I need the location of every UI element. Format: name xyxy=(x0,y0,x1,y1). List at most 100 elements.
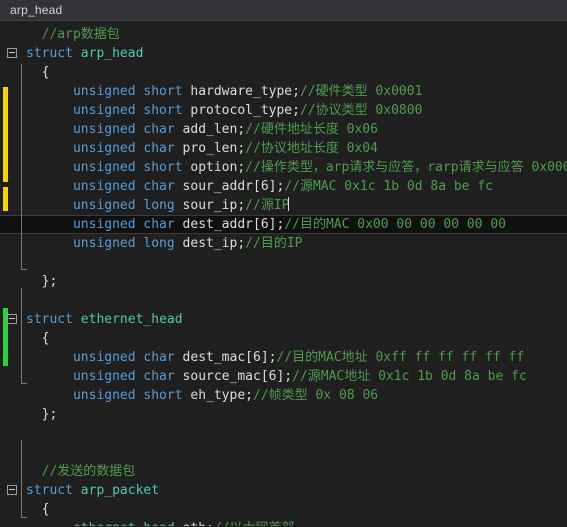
editor-titlebar: arp_head xyxy=(0,0,567,21)
code-token-id: eth xyxy=(175,521,207,526)
code-line[interactable]: //发送的数据包 xyxy=(0,462,567,481)
code-line[interactable] xyxy=(0,424,567,443)
code-token-cmt: //硬件类型 0x0001 xyxy=(299,84,423,99)
code-token-pun: { xyxy=(41,502,50,517)
structure-guide-foot xyxy=(21,383,27,384)
code-token-id: sour_ip xyxy=(174,198,238,213)
code-token-id: add_len xyxy=(174,122,238,137)
code-line[interactable] xyxy=(0,443,567,462)
fold-collapse-icon[interactable] xyxy=(7,485,17,495)
code-token-id: sour_addr xyxy=(174,179,253,194)
code-token-cmt: //协议类型 0x0800 xyxy=(299,103,423,118)
code-token-kw: unsigned short xyxy=(72,84,183,99)
code-token-cmt: //arp数据包 xyxy=(41,27,120,42)
code-line[interactable]: unsigned char sour_addr[6];//源MAC 0x1c 1… xyxy=(0,177,567,196)
code-line[interactable] xyxy=(0,291,567,310)
code-line[interactable]: unsigned char pro_len;//协议地址长度 0x04 xyxy=(0,139,567,158)
code-token-pun: ; xyxy=(237,122,246,137)
code-token-pun: ; xyxy=(237,198,246,213)
code-line[interactable]: unsigned char dest_addr[6];//目的MAC 0x00 … xyxy=(0,215,567,234)
code-token-kw: unsigned char xyxy=(72,369,175,384)
code-token-id: dest_ip xyxy=(174,236,238,251)
code-line[interactable]: unsigned char add_len;//硬件地址长度 0x06 xyxy=(0,120,567,139)
code-token-pun: [6]; xyxy=(260,369,293,384)
code-token-id: dest_addr xyxy=(174,217,253,232)
code-token-kw: unsigned char xyxy=(72,179,175,194)
code-token-id xyxy=(73,483,81,498)
code-token-cmt: //硬件地址长度 0x06 xyxy=(245,122,378,137)
code-line[interactable]: struct arp_head xyxy=(0,44,567,63)
code-line[interactable]: ethernet_head eth;//以太网首部 xyxy=(0,519,567,526)
code-token-pun: [6]; xyxy=(253,217,285,232)
code-token-id: pro_len xyxy=(174,141,238,156)
code-token-kw: struct xyxy=(26,312,73,327)
structure-guide-line xyxy=(21,440,22,517)
code-content[interactable]: //arp数据包 struct arp_head { unsigned short… xyxy=(0,21,567,526)
code-token-kw: unsigned short xyxy=(72,388,183,403)
code-line[interactable]: unsigned long dest_ip;//目的IP xyxy=(0,234,567,253)
code-line[interactable]: }; xyxy=(0,405,567,424)
code-line[interactable]: unsigned char source_mac[6];//源MAC地址 0x1… xyxy=(0,367,567,386)
code-line[interactable]: { xyxy=(0,500,567,519)
code-line[interactable]: { xyxy=(0,329,567,348)
code-token-pun: ; xyxy=(237,141,246,156)
code-token-id: eh_type xyxy=(182,388,246,403)
code-token-kw: unsigned char xyxy=(72,141,175,156)
code-token-id xyxy=(73,312,81,327)
code-token-cmt: //以太网首部 xyxy=(214,521,295,526)
code-line[interactable]: { xyxy=(0,63,567,82)
code-line[interactable]: struct ethernet_head xyxy=(0,310,567,329)
code-line[interactable]: unsigned char dest_mac[6];//目的MAC地址 0xff… xyxy=(0,348,567,367)
code-token-cmt: //发送的数据包 xyxy=(41,464,136,479)
code-line[interactable]: unsigned long sour_ip;//源IP xyxy=(0,196,567,215)
code-token-id: protocol_type xyxy=(182,103,293,118)
code-token-cmt: //目的MAC地址 0xff ff ff ff ff ff xyxy=(276,350,525,365)
code-token-kw: unsigned char xyxy=(72,122,175,137)
code-line[interactable] xyxy=(0,253,567,272)
code-token-cmt: //目的MAC 0x00 00 00 00 00 00 xyxy=(284,217,506,232)
code-line[interactable]: //arp数据包 xyxy=(0,25,567,44)
code-token-kw: unsigned short xyxy=(72,160,183,175)
code-token-kw: unsigned short xyxy=(72,103,183,118)
code-token-cmt: //操作类型，arp请求与应答，rarp请求与应答 0x0001 xyxy=(245,160,567,175)
code-token-kw: struct xyxy=(26,483,73,498)
code-token-pun: ; xyxy=(237,160,246,175)
code-line[interactable]: unsigned short eh_type;//帧类型 0x 08 06 xyxy=(0,386,567,405)
code-editor[interactable]: //arp数据包 struct arp_head { unsigned short… xyxy=(0,21,567,526)
code-line[interactable]: struct arp_packet xyxy=(0,481,567,500)
code-token-pun: }; xyxy=(41,274,58,289)
document-tab-arp-head[interactable]: arp_head xyxy=(0,3,62,17)
code-line[interactable]: }; xyxy=(0,272,567,291)
code-token-pun: ; xyxy=(245,388,253,403)
code-token-kw: unsigned char xyxy=(72,217,175,232)
code-token-pun: }; xyxy=(41,407,58,422)
code-token-pun: ; xyxy=(206,521,214,526)
code-token-cmt: //源MAC地址 0x1c 1b 0d 8a be fc xyxy=(292,369,527,384)
code-token-typ: arp_head xyxy=(80,46,144,61)
code-line[interactable]: unsigned short hardware_type;//硬件类型 0x00… xyxy=(0,82,567,101)
fold-collapse-icon[interactable] xyxy=(7,314,17,324)
text-caret xyxy=(288,197,290,211)
code-line[interactable]: unsigned short protocol_type;//协议类型 0x08… xyxy=(0,101,567,120)
fold-collapse-icon[interactable] xyxy=(7,48,17,58)
structure-guide-foot xyxy=(21,517,27,518)
code-line[interactable]: unsigned short option;//操作类型，arp请求与应答，ra… xyxy=(0,158,567,177)
code-token-pun: { xyxy=(41,65,50,80)
code-token-kw: unsigned long xyxy=(72,198,175,213)
